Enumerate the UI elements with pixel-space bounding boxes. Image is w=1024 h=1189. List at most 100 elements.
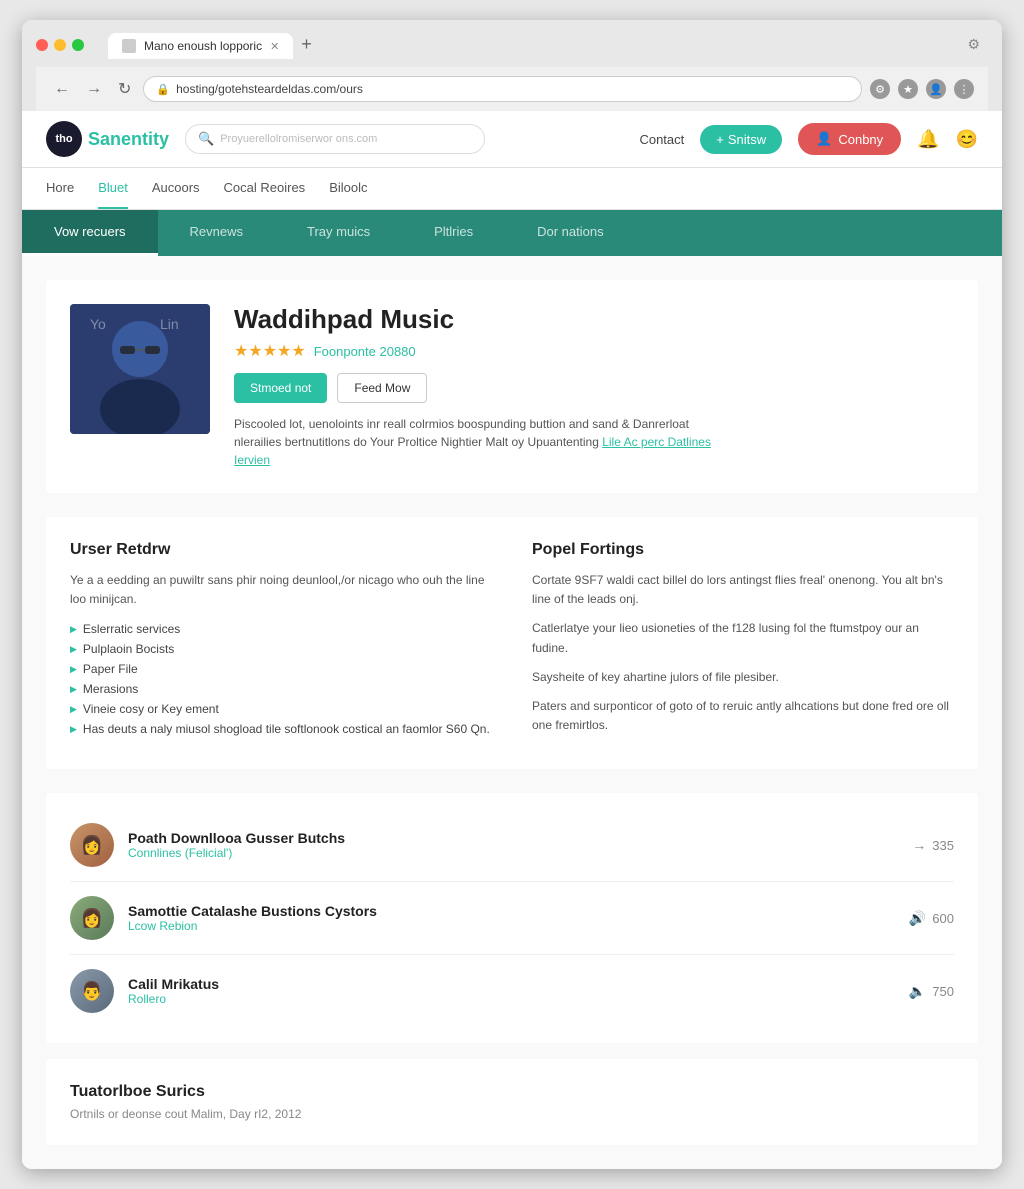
url-bar[interactable]: 🔒 hosting/gotehsteardeldas.com/ours bbox=[143, 76, 862, 102]
stat-value: 335 bbox=[932, 838, 954, 853]
left-col-title: Urser Retdrw bbox=[70, 541, 492, 559]
info-section: Urser Retdrw Ye a a eedding an puwiltr s… bbox=[46, 517, 978, 769]
rating-stars: ★★★★★ bbox=[234, 341, 306, 361]
tab-title: Mano enoush lopporic bbox=[144, 39, 262, 53]
list-item: Merasions bbox=[70, 679, 492, 699]
right-column: Popel Fortings Cortate 9SF7 waldi cact b… bbox=[532, 541, 954, 745]
person-icon: 👤 bbox=[816, 131, 832, 147]
artist-section: Yo Lin Waddihpad Music ★★★★★ Foonponte 2… bbox=[46, 280, 978, 493]
artist-rating: ★★★★★ Foonponte 20880 bbox=[234, 341, 954, 361]
right-col-para-3: Paters and surponticor of goto of to rer… bbox=[532, 697, 954, 735]
maximize-button[interactable] bbox=[72, 39, 84, 51]
nav-item-cocal[interactable]: Cocal Reoires bbox=[224, 168, 306, 209]
bottom-subtitle: Ortnils or deonse cout Malim, Day rI2, 2… bbox=[70, 1107, 954, 1121]
browser-tab[interactable]: Mano enoush lopporic ✕ bbox=[108, 33, 293, 59]
user-stat: 🔊 600 bbox=[909, 910, 954, 927]
tab-pltlries[interactable]: Pltlries bbox=[402, 210, 505, 256]
user-row[interactable]: 👩 Samottie Catalashe Bustions Cystors Lc… bbox=[70, 882, 954, 955]
new-tab-button[interactable]: + bbox=[293, 30, 320, 59]
right-col-para-2: Saysheite of key ahartine julors of file… bbox=[532, 668, 954, 687]
user-row[interactable]: 👩 Poath Downllooa Gusser Butchs Connline… bbox=[70, 809, 954, 882]
user-row[interactable]: 👨 Calil Mrikatus Rollero 🔈 750 bbox=[70, 955, 954, 1027]
search-icon: 🔍 bbox=[198, 131, 214, 147]
svg-text:Yo: Yo bbox=[90, 316, 106, 332]
tab-close-button[interactable]: ✕ bbox=[270, 40, 279, 53]
left-col-text: Ye a a eedding an puwiltr sans phir noin… bbox=[70, 571, 492, 609]
user-info: Samottie Catalashe Bustions Cystors Lcow… bbox=[128, 903, 895, 933]
volume-low-icon: 🔈 bbox=[909, 983, 926, 1000]
main-content: Yo Lin Waddihpad Music ★★★★★ Foonponte 2… bbox=[22, 256, 1002, 1169]
user-sub: Lcow Rebion bbox=[128, 919, 895, 933]
close-button[interactable] bbox=[36, 39, 48, 51]
follow-button[interactable]: Feed Mow bbox=[337, 373, 427, 403]
user-list: 👩 Poath Downllooa Gusser Butchs Connline… bbox=[46, 793, 978, 1043]
stat-value: 750 bbox=[932, 984, 954, 999]
menu-icon[interactable]: ⋮ bbox=[954, 79, 974, 99]
site-header: tho Sanentity 🔍 Proyuerellolromiserwor o… bbox=[22, 111, 1002, 168]
search-placeholder: Proyuerellolromiserwor ons.com bbox=[220, 133, 377, 145]
nav-item-bluet[interactable]: Bluet bbox=[98, 168, 128, 209]
profile-icon[interactable]: 👤 bbox=[926, 79, 946, 99]
right-col-title: Popel Fortings bbox=[532, 541, 954, 559]
refresh-button[interactable]: ↻ bbox=[114, 75, 135, 103]
bookmarks-icon[interactable]: ★ bbox=[898, 79, 918, 99]
arrow-icon: → bbox=[912, 837, 926, 853]
left-column: Urser Retdrw Ye a a eedding an puwiltr s… bbox=[70, 541, 492, 745]
lock-icon: 🔒 bbox=[156, 83, 170, 96]
site-nav: Hore Bluet Aucoors Cocal Reoires Biloolc bbox=[22, 168, 1002, 210]
logo-text: Sanentity bbox=[88, 129, 169, 150]
search-bar[interactable]: 🔍 Proyuerellolromiserwor ons.com bbox=[185, 124, 485, 154]
artist-info: Waddihpad Music ★★★★★ Foonponte 20880 St… bbox=[234, 304, 954, 469]
header-nav: Contact + Snitsw 👤 Conbny 🔔 😊 bbox=[639, 123, 978, 155]
avatar: 👩 bbox=[70, 896, 114, 940]
volume-icon: 🔊 bbox=[909, 910, 926, 927]
bottom-section: Tuatorlboe Surics Ortnils or deonse cout… bbox=[46, 1059, 978, 1145]
artist-name: Waddihpad Music bbox=[234, 304, 954, 335]
tab-tray-muics[interactable]: Tray muics bbox=[275, 210, 402, 256]
list-item: Has deuts a naly miusol shogload tile so… bbox=[70, 719, 492, 739]
switch-button[interactable]: + Snitsw bbox=[700, 125, 782, 154]
tab-dor-nations[interactable]: Dor nations bbox=[505, 210, 635, 256]
user-name: Samottie Catalashe Bustions Cystors bbox=[128, 903, 895, 919]
user-stat: 🔈 750 bbox=[909, 983, 954, 1000]
minimize-button[interactable] bbox=[54, 39, 66, 51]
avatar: 👩 bbox=[70, 823, 114, 867]
user-info: Poath Downllooa Gusser Butchs Connlines … bbox=[128, 830, 898, 860]
user-stat: → 335 bbox=[912, 837, 954, 853]
tab-revnews[interactable]: Revnews bbox=[158, 210, 275, 256]
extensions-icon[interactable]: ⚙ bbox=[870, 79, 890, 99]
artist-description: Piscooled lot, uenoloints inr reall colr… bbox=[234, 415, 734, 469]
nav-item-biloolc[interactable]: Biloolc bbox=[329, 168, 367, 209]
feature-list: Eslerratic services Pulplaoin Bocists Pa… bbox=[70, 619, 492, 739]
back-button[interactable]: ← bbox=[50, 76, 74, 102]
logo-icon: tho bbox=[46, 121, 82, 157]
support-button[interactable]: Stmoed not bbox=[234, 373, 327, 403]
nav-item-hore[interactable]: Hore bbox=[46, 168, 74, 209]
artist-actions: Stmoed not Feed Mow bbox=[234, 373, 954, 403]
content-tabs: Vow recuers Revnews Tray muics Pltlries … bbox=[22, 210, 1002, 256]
logo-area: tho Sanentity bbox=[46, 121, 169, 157]
stat-value: 600 bbox=[932, 911, 954, 926]
smiley-icon[interactable]: 😊 bbox=[956, 129, 978, 150]
country-button[interactable]: 👤 Conbny bbox=[798, 123, 901, 155]
tab-vow-recuers[interactable]: Vow recuers bbox=[22, 210, 158, 256]
bottom-title: Tuatorlboe Surics bbox=[70, 1083, 954, 1101]
tab-favicon bbox=[122, 39, 136, 53]
avatar: 👨 bbox=[70, 969, 114, 1013]
rating-count: Foonponte 20880 bbox=[314, 344, 416, 359]
user-info: Calil Mrikatus Rollero bbox=[128, 976, 895, 1006]
user-name: Calil Mrikatus bbox=[128, 976, 895, 992]
user-sub: Rollero bbox=[128, 992, 895, 1006]
forward-button[interactable]: → bbox=[82, 76, 106, 102]
list-item: Pulplaoin Bocists bbox=[70, 639, 492, 659]
user-name: Poath Downllooa Gusser Butchs bbox=[128, 830, 898, 846]
nav-item-aucoors[interactable]: Aucoors bbox=[152, 168, 200, 209]
right-col-para-0: Cortate 9SF7 waldi cact billel do lors a… bbox=[532, 571, 954, 609]
contact-link[interactable]: Contact bbox=[639, 132, 684, 147]
list-item: Eslerratic services bbox=[70, 619, 492, 639]
switch-icon: + bbox=[716, 132, 724, 147]
artist-image: Yo Lin bbox=[70, 304, 210, 434]
notification-icon[interactable]: 🔔 bbox=[917, 129, 939, 150]
user-sub: Connlines (Felicial') bbox=[128, 846, 898, 860]
list-item: Vineie cosy or Key ement bbox=[70, 699, 492, 719]
